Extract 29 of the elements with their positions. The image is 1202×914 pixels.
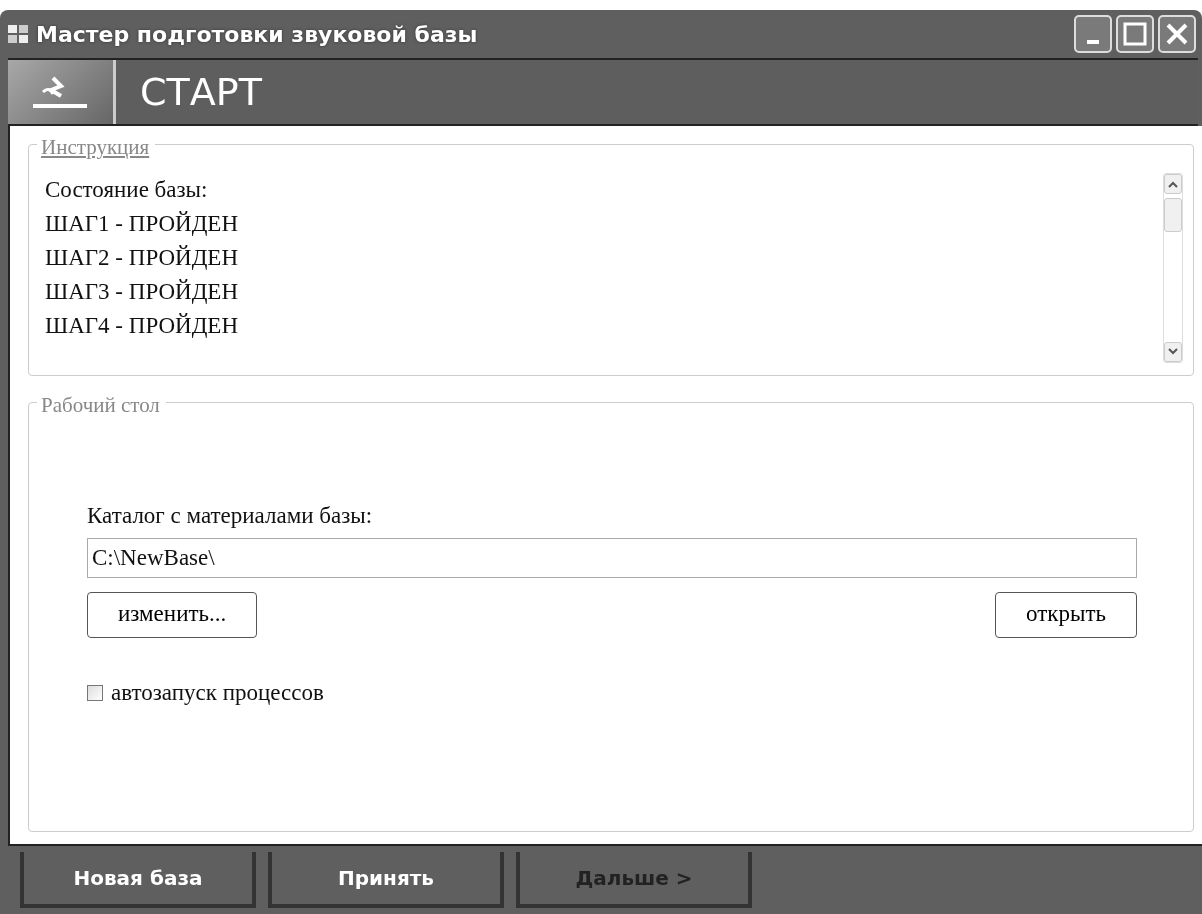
footer-button[interactable]: Принять (268, 852, 504, 908)
status-line: ШАГ1 - ПРОЙДЕН (45, 210, 240, 238)
checkbox[interactable] (87, 684, 103, 701)
scrollbar[interactable] (1163, 173, 1183, 363)
close-button[interactable] (1158, 15, 1196, 53)
open-button[interactable]: открыть (995, 591, 1137, 638)
minimize-icon (1087, 40, 1099, 44)
close-icon (1165, 22, 1189, 46)
checkbox-label: автозапуск процессов (111, 678, 324, 707)
status-line: ШАГ4 - ПРОЙДЕН (45, 312, 240, 340)
maximize-button[interactable] (1116, 15, 1154, 53)
folder-input-field[interactable]: C:\NewBase\ (87, 537, 1137, 578)
status-line: ШАГ2 - ПРОЙДЕН (45, 244, 240, 272)
maximize-icon (1123, 22, 1147, 46)
scroll-thumb[interactable] (1164, 198, 1182, 232)
logo-icon (8, 60, 116, 124)
minimize-button[interactable] (1074, 15, 1112, 53)
chevron-up-icon (1168, 180, 1178, 188)
status-line: ШАГ3 - ПРОЙДЕН (45, 278, 240, 306)
page-title: СТАРТ (139, 68, 262, 116)
change-button[interactable]: изменить... (87, 591, 258, 638)
scroll-up-button[interactable] (1164, 174, 1182, 194)
window-icon (8, 25, 28, 43)
field-label: Каталог с материалами базы: (87, 502, 374, 530)
chevron-down-icon (1168, 348, 1178, 356)
scroll-down-button[interactable] (1164, 342, 1182, 362)
window-title: Мастер подготовки звуковой базы (36, 20, 479, 49)
status-line: Состояние базы: (45, 176, 209, 204)
footer-button[interactable]: Новая база (20, 852, 256, 908)
